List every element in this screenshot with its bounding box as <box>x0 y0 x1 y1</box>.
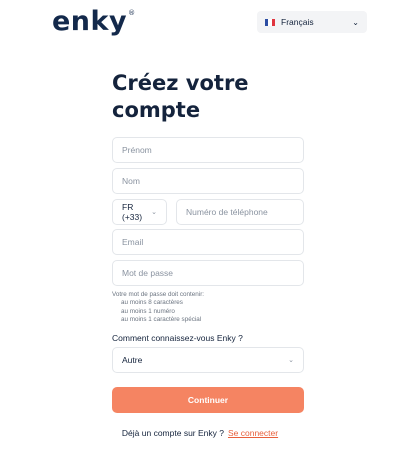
password-rule: au moins 1 numéro <box>121 307 175 315</box>
password-input[interactable] <box>122 268 294 278</box>
fr-flag-icon <box>265 18 275 26</box>
continue-button[interactable]: Continuer <box>112 387 304 413</box>
phone-input[interactable] <box>186 207 294 217</box>
login-prompt: Déjà un compte sur Enky ? Se connecter <box>0 428 400 438</box>
last-name-field[interactable] <box>112 168 304 194</box>
phone-country-select[interactable]: FR (+33) ⌄ <box>112 199 167 225</box>
chevron-down-icon: ⌄ <box>352 17 359 27</box>
password-rule: au moins 1 caractère spécial <box>121 316 202 324</box>
source-selected-value: Autre <box>122 355 143 365</box>
email-field[interactable] <box>112 229 304 255</box>
password-hint-title: Votre mot de passe doit contenir: <box>112 291 205 298</box>
has-account-text: Déjà un compte sur Enky ? <box>121 428 224 438</box>
source-question-label: Comment connaissez-vous Enky ? <box>112 333 243 343</box>
login-link[interactable]: Se connecter <box>228 428 278 438</box>
phone-prefix-label: FR (+33) <box>122 202 143 222</box>
source-select[interactable]: Autre ⌄ <box>112 347 304 373</box>
page-title: Créez votre compte <box>112 71 249 122</box>
language-selector[interactable]: Français ⌄ <box>257 11 367 33</box>
password-field[interactable] <box>112 260 304 286</box>
first-name-input[interactable] <box>122 145 294 155</box>
first-name-field[interactable] <box>112 137 304 163</box>
language-label: Français <box>281 17 314 27</box>
email-input[interactable] <box>122 237 294 247</box>
chevron-down-icon: ⌄ <box>151 209 157 216</box>
registered-mark: ® <box>128 9 136 17</box>
chevron-down-icon: ⌄ <box>288 357 294 364</box>
brand-name: enky <box>52 6 128 37</box>
password-rule: au moins 8 caractères <box>121 299 183 307</box>
enky-logo[interactable]: enky® <box>52 6 136 37</box>
last-name-input[interactable] <box>122 176 294 186</box>
password-requirements: Votre mot de passe doit contenir: au moi… <box>112 291 204 325</box>
phone-field[interactable] <box>176 199 304 225</box>
